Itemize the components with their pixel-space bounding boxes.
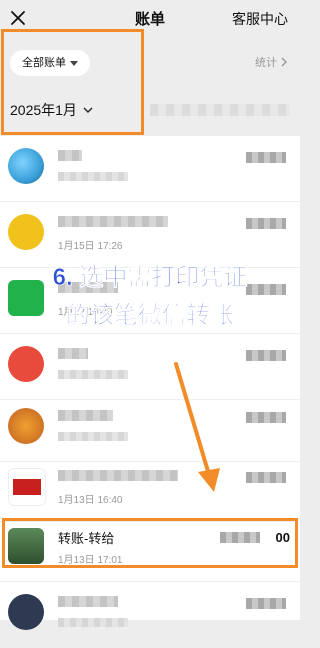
customer-service-link[interactable]: 客服中心 [232,9,288,29]
avatar [8,280,44,316]
avatar [8,214,44,250]
blurred-name [58,596,118,607]
blurred-name [58,216,168,227]
blurred-date [58,370,128,379]
month-label: 2025年1月 [10,102,77,118]
stats-link[interactable]: 统计 [255,54,288,70]
avatar [8,148,44,184]
avatar [8,528,44,564]
transaction-date: 1月1? 10:30 [58,307,113,318]
blurred-amount [246,284,286,295]
list-item[interactable] [0,334,300,400]
transaction-amount: 00 [275,530,290,545]
blurred-amount [246,350,286,361]
list-item-selected[interactable]: 转账-转给 1月13日 17:01 00 [0,516,300,582]
blurred-amount [246,218,286,229]
list-item[interactable]: 1月15日 17:26 [0,202,300,268]
blurred-date [58,432,128,441]
blurred-amount [246,598,286,609]
month-selector[interactable]: 2025年1月 [10,100,93,120]
top-bar: 账单 客服中心 [0,0,300,36]
blurred-amount [246,472,286,483]
bill-type-label: 全部账单 [22,57,66,69]
transaction-list: 1月15日 17:26 1月1? 10:30 1月13日 16:40 转账-转给… [0,136,300,648]
blurred-amount [220,532,260,543]
chevron-down-icon [83,107,93,113]
avatar [8,408,44,444]
chevron-right-icon [281,57,287,67]
list-item[interactable]: 1月13日 16:40 [0,456,300,522]
blurred-date [58,618,128,627]
month-summary-blurred [150,104,290,116]
blurred-name [58,150,82,161]
list-item[interactable] [0,582,300,648]
blurred-name [58,470,178,481]
avatar [8,346,44,382]
transaction-name: 转账-转给 [58,531,115,546]
list-item[interactable] [0,396,300,462]
transaction-date: 1月13日 16:40 [58,495,123,506]
avatar [8,468,46,506]
transaction-date: 1月15日 17:26 [58,241,123,252]
avatar [8,594,44,630]
transaction-date: 1月13日 17:01 [58,555,123,566]
list-item[interactable]: 1月1? 10:30 [0,268,300,334]
blurred-name [58,348,88,359]
blurred-amount [246,152,286,163]
caret-down-icon [70,60,78,66]
bill-type-dropdown[interactable]: 全部账单 [10,50,90,76]
blurred-name [58,410,113,421]
list-item[interactable] [0,136,300,202]
blurred-amount [246,412,286,423]
blurred-name [58,282,118,293]
blurred-date [58,172,128,181]
brand-logo-icon [13,479,41,495]
filter-area: 全部账单 统计 2025年1月 [0,36,300,136]
stats-label: 统计 [255,57,277,69]
